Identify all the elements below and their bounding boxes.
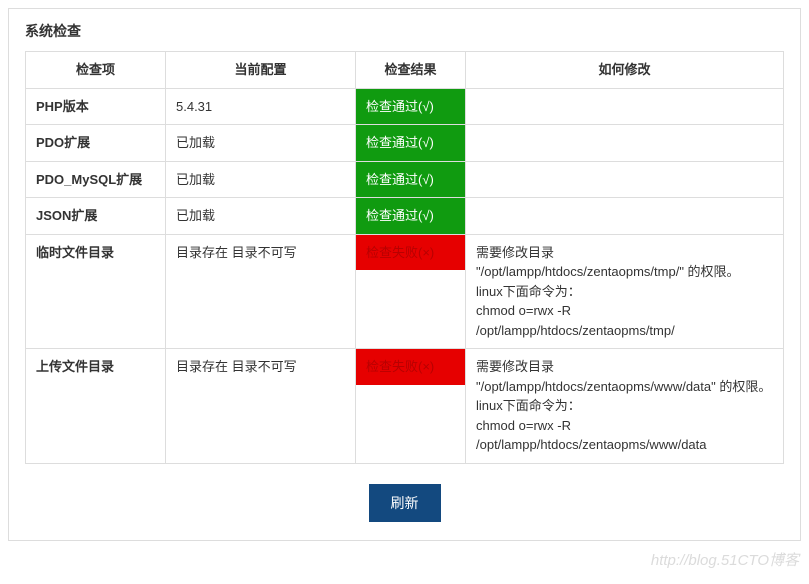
- cell-item: PDO扩展: [26, 125, 166, 162]
- header-result: 检查结果: [356, 52, 466, 89]
- status-badge-pass: 检查通过(√): [356, 125, 465, 161]
- cell-config: 5.4.31: [166, 88, 356, 125]
- cell-config: 目录存在 目录不可写: [166, 349, 356, 464]
- status-badge-pass: 检查通过(√): [356, 89, 465, 125]
- cell-fix: 需要修改目录 "/opt/lampp/htdocs/zentaopms/tmp/…: [466, 234, 784, 349]
- cell-fix: [466, 88, 784, 125]
- table-row: PDO_MySQL扩展 已加载 检查通过(√): [26, 161, 784, 198]
- cell-fix: [466, 125, 784, 162]
- check-table: 检查项 当前配置 检查结果 如何修改 PHP版本 5.4.31 检查通过(√) …: [25, 51, 784, 464]
- cell-config: 目录存在 目录不可写: [166, 234, 356, 349]
- cell-result: 检查通过(√): [356, 161, 466, 198]
- cell-config: 已加载: [166, 125, 356, 162]
- cell-result: 检查通过(√): [356, 125, 466, 162]
- status-badge-fail: 检查失败(×): [356, 349, 465, 385]
- cell-fix: [466, 198, 784, 235]
- status-badge-pass: 检查通过(√): [356, 162, 465, 198]
- status-badge-pass: 检查通过(√): [356, 198, 465, 234]
- cell-item: PDO_MySQL扩展: [26, 161, 166, 198]
- cell-item: 上传文件目录: [26, 349, 166, 464]
- table-row: PHP版本 5.4.31 检查通过(√): [26, 88, 784, 125]
- cell-result: 检查通过(√): [356, 88, 466, 125]
- footer: 刷新: [9, 470, 800, 540]
- cell-item: PHP版本: [26, 88, 166, 125]
- cell-fix: 需要修改目录 "/opt/lampp/htdocs/zentaopms/www/…: [466, 349, 784, 464]
- table-row: PDO扩展 已加载 检查通过(√): [26, 125, 784, 162]
- header-item: 检查项: [26, 52, 166, 89]
- refresh-button[interactable]: 刷新: [369, 484, 441, 522]
- cell-result: 检查通过(√): [356, 198, 466, 235]
- header-config: 当前配置: [166, 52, 356, 89]
- table-row: 临时文件目录 目录存在 目录不可写 检查失败(×) 需要修改目录 "/opt/l…: [26, 234, 784, 349]
- check-table-wrap: 检查项 当前配置 检查结果 如何修改 PHP版本 5.4.31 检查通过(√) …: [9, 51, 800, 470]
- table-row: 上传文件目录 目录存在 目录不可写 检查失败(×) 需要修改目录 "/opt/l…: [26, 349, 784, 464]
- cell-result: 检查失败(×): [356, 349, 466, 464]
- cell-fix: [466, 161, 784, 198]
- header-fix: 如何修改: [466, 52, 784, 89]
- table-header-row: 检查项 当前配置 检查结果 如何修改: [26, 52, 784, 89]
- check-table-body: PHP版本 5.4.31 检查通过(√) PDO扩展 已加载 检查通过(√) P…: [26, 88, 784, 463]
- cell-config: 已加载: [166, 161, 356, 198]
- table-row: JSON扩展 已加载 检查通过(√): [26, 198, 784, 235]
- cell-config: 已加载: [166, 198, 356, 235]
- cell-result: 检查失败(×): [356, 234, 466, 349]
- watermark-text: http://blog.51CTO博客: [651, 549, 799, 570]
- system-check-panel: 系统检查 检查项 当前配置 检查结果 如何修改 PHP版本 5.4.31 检查通…: [8, 8, 801, 541]
- cell-item: 临时文件目录: [26, 234, 166, 349]
- cell-item: JSON扩展: [26, 198, 166, 235]
- status-badge-fail: 检查失败(×): [356, 235, 465, 271]
- panel-title: 系统检查: [9, 9, 800, 51]
